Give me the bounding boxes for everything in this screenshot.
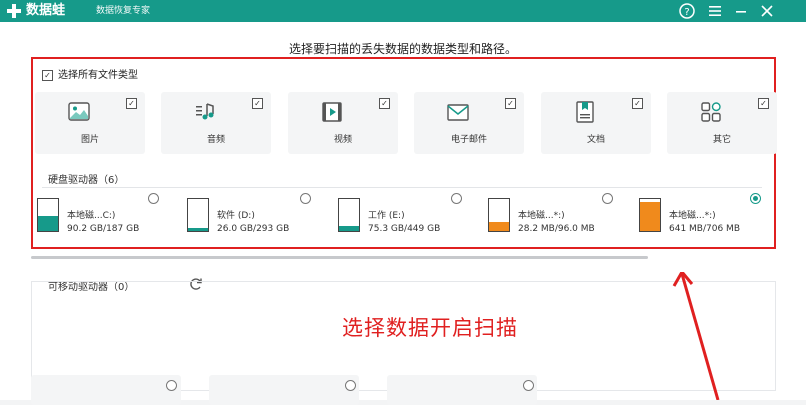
drive-name: 本地磁...*:) bbox=[669, 211, 716, 221]
other-icon bbox=[701, 102, 721, 122]
file-type-label: 文档 bbox=[586, 135, 605, 145]
checkbox-icon: ✓ bbox=[252, 98, 263, 109]
drive-size: 641 MB/706 MB bbox=[669, 224, 740, 234]
drive-icon bbox=[338, 198, 360, 232]
drive-radio[interactable] bbox=[345, 380, 356, 391]
title-bar: 数据蛙 数据恢复专家 ? bbox=[0, 0, 806, 22]
hard-drives-title: 硬盘驱动器（6） bbox=[48, 175, 125, 186]
app-name: 数据蛙 bbox=[26, 3, 66, 18]
select-all-label: 选择所有文件类型 bbox=[58, 70, 138, 81]
drive-icon bbox=[488, 198, 510, 232]
logo-icon bbox=[7, 4, 21, 18]
drive-radio[interactable] bbox=[602, 193, 613, 204]
drive-radio[interactable] bbox=[166, 380, 177, 391]
audio-icon bbox=[196, 103, 214, 120]
drive-radio[interactable] bbox=[148, 193, 159, 204]
drive-radio[interactable] bbox=[451, 193, 462, 204]
drive-name: 本地磁...C:) bbox=[67, 211, 116, 221]
file-type-label: 图片 bbox=[80, 135, 99, 145]
menu-icon[interactable] bbox=[706, 2, 724, 20]
email-icon bbox=[447, 104, 469, 121]
main-panel: 选择要扫描的丢失数据的数据类型和路径。 ✓ 选择所有文件类型 ✓ 图片 ✓ 音频 … bbox=[0, 22, 806, 405]
document-icon bbox=[576, 101, 594, 123]
checkbox-icon: ✓ bbox=[126, 98, 137, 109]
drive-usage-bar bbox=[489, 221, 509, 231]
drive-card[interactable] bbox=[209, 375, 359, 405]
app-subtitle: 数据恢复专家 bbox=[96, 6, 151, 16]
checkbox-icon: ✓ bbox=[632, 98, 643, 109]
section-divider bbox=[42, 187, 762, 188]
close-icon[interactable] bbox=[758, 2, 776, 20]
file-type-card-video[interactable]: ✓ 视频 bbox=[288, 92, 398, 154]
minimize-icon[interactable] bbox=[732, 2, 750, 20]
file-type-label: 电子邮件 bbox=[450, 135, 487, 145]
image-icon bbox=[68, 102, 90, 121]
drive-size: 90.2 GB/187 GB bbox=[67, 224, 140, 234]
drive-usage-bar bbox=[339, 225, 359, 231]
drive-size: 28.2 MB/96.0 MB bbox=[518, 224, 595, 234]
file-type-label: 音频 bbox=[206, 135, 225, 145]
drive-icon bbox=[187, 198, 209, 232]
drive-icon bbox=[37, 198, 59, 232]
file-type-card-audio[interactable]: ✓ 音频 bbox=[161, 92, 271, 154]
drive-size: 26.0 GB/293 GB bbox=[217, 224, 290, 234]
drive-usage-bar bbox=[640, 201, 660, 231]
svg-text:?: ? bbox=[684, 7, 689, 18]
drive-radio[interactable] bbox=[750, 193, 761, 204]
drive-name: 本地磁...*:) bbox=[518, 211, 565, 221]
select-all-checkbox[interactable]: ✓ 选择所有文件类型 bbox=[42, 66, 138, 81]
drive-card[interactable] bbox=[31, 375, 181, 405]
help-icon[interactable]: ? bbox=[678, 2, 696, 20]
video-icon bbox=[322, 102, 342, 122]
file-type-label: 其它 bbox=[712, 135, 731, 145]
horizontal-scrollbar[interactable] bbox=[31, 256, 648, 259]
drive-radio[interactable] bbox=[523, 380, 534, 391]
drive-size: 75.3 GB/449 GB bbox=[368, 224, 441, 234]
file-type-card-email[interactable]: ✓ 电子邮件 bbox=[414, 92, 524, 154]
checkbox-icon: ✓ bbox=[505, 98, 516, 109]
file-type-label: 视频 bbox=[333, 135, 352, 145]
drive-item-selected[interactable]: 本地磁...*:) 641 MB/706 MB bbox=[639, 194, 769, 240]
drive-icon bbox=[639, 198, 661, 232]
annotation-text: 选择数据开启扫描 bbox=[342, 316, 518, 340]
annotation-arrow-icon bbox=[672, 272, 720, 400]
file-type-card-document[interactable]: ✓ 文档 bbox=[541, 92, 651, 154]
drive-name: 软件 (D:) bbox=[217, 211, 255, 221]
drive-radio[interactable] bbox=[300, 193, 311, 204]
checkbox-icon: ✓ bbox=[758, 98, 769, 109]
drive-usage-bar bbox=[188, 228, 208, 231]
checkbox-icon: ✓ bbox=[379, 98, 390, 109]
checkbox-icon: ✓ bbox=[42, 69, 53, 81]
drive-usage-bar bbox=[38, 215, 58, 231]
drive-card[interactable] bbox=[387, 375, 537, 405]
file-type-card-image[interactable]: ✓ 图片 bbox=[35, 92, 145, 154]
scan-prompt: 选择要扫描的丢失数据的数据类型和路径。 bbox=[288, 42, 517, 56]
drive-name: 工作 (E:) bbox=[368, 211, 405, 221]
file-type-card-other[interactable]: ✓ 其它 bbox=[667, 92, 777, 154]
